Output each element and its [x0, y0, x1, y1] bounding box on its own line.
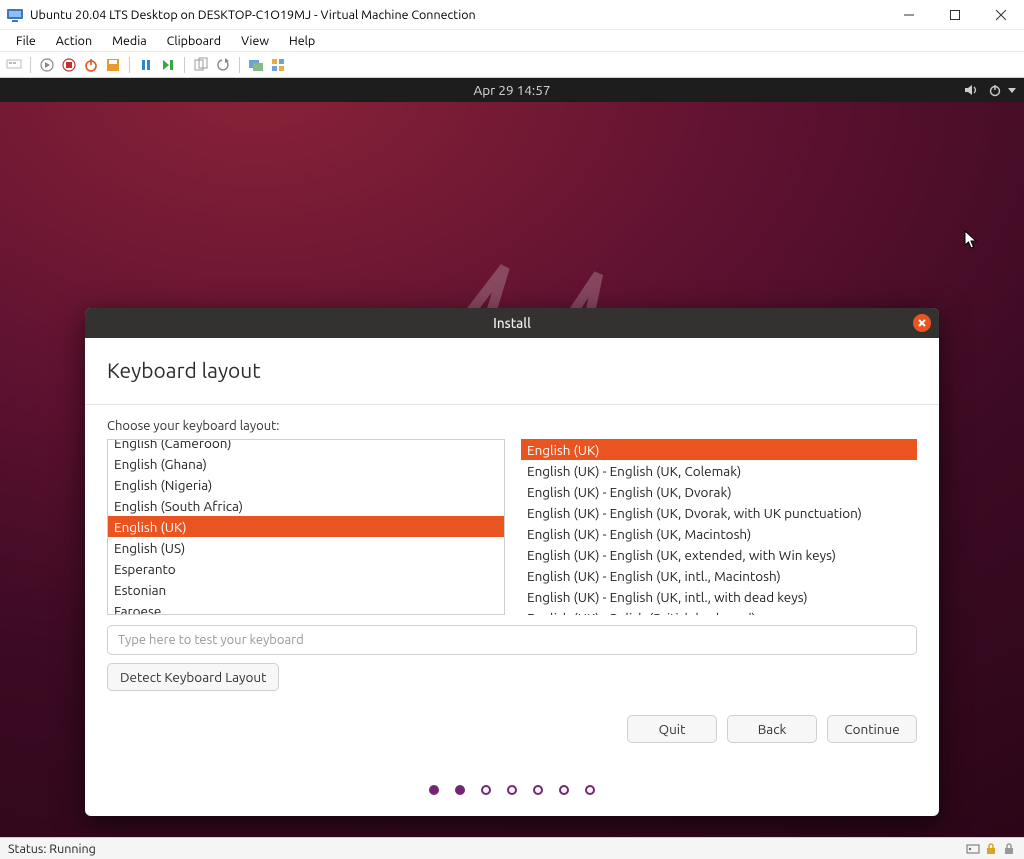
progress-dot: [455, 785, 465, 795]
back-button[interactable]: Back: [727, 715, 817, 743]
host-toolbar: [0, 52, 1024, 78]
host-menubar: File Action Media Clipboard View Help: [0, 30, 1024, 52]
layout-variant-item[interactable]: English (UK) - English (UK, intl., Macin…: [521, 565, 917, 586]
enhanced-session-icon[interactable]: [248, 57, 264, 73]
layout-country-item[interactable]: Estonian: [108, 579, 504, 600]
installer-titlebar[interactable]: Install: [85, 308, 939, 338]
pause-icon[interactable]: [138, 57, 154, 73]
layout-variant-item[interactable]: English (UK) - Polish (British keyboard): [521, 607, 917, 615]
layout-country-item[interactable]: English (Nigeria): [108, 474, 504, 495]
menu-file[interactable]: File: [6, 32, 46, 50]
detect-layout-button[interactable]: Detect Keyboard Layout: [107, 663, 279, 691]
progress-dot: [507, 785, 517, 795]
network-status-icon: [966, 842, 980, 856]
gnome-clock[interactable]: Apr 29 14:57: [474, 82, 551, 98]
layout-variant-item[interactable]: English (UK) - English (UK, Colemak): [521, 460, 917, 481]
ctrl-alt-del-icon[interactable]: [6, 57, 22, 73]
installer-subtitle: Choose your keyboard layout:: [107, 419, 917, 433]
installer-heading: Keyboard layout: [107, 358, 917, 384]
progress-dot: [429, 785, 439, 795]
layout-country-item[interactable]: English (US): [108, 537, 504, 558]
ubuntu-desktop: Apr 29 14:57 Install Keyboard layout Cho…: [0, 78, 1024, 837]
layout-variant-item[interactable]: English (UK): [521, 439, 917, 460]
ubuntu-installer-window: Install Keyboard layout Choose your keyb…: [85, 308, 939, 816]
installer-title: Install: [493, 315, 531, 331]
start-icon[interactable]: [39, 57, 55, 73]
gnome-system-menu[interactable]: [964, 78, 1016, 102]
layout-variant-item[interactable]: English (UK) - English (UK, Macintosh): [521, 523, 917, 544]
layout-variant-item[interactable]: English (UK) - English (UK, intl., with …: [521, 586, 917, 607]
menu-help[interactable]: Help: [279, 32, 325, 50]
host-statusbar: Status: Running: [0, 837, 1024, 859]
gnome-topbar: Apr 29 14:57: [0, 78, 1024, 102]
layout-country-item[interactable]: Esperanto: [108, 558, 504, 579]
close-button[interactable]: [978, 0, 1024, 30]
host-status-icons: [966, 842, 1016, 856]
progress-dot: [481, 785, 491, 795]
share-icon[interactable]: [270, 57, 286, 73]
quit-button[interactable]: Quit: [627, 715, 717, 743]
progress-dot: [533, 785, 543, 795]
power-icon: [988, 83, 1002, 97]
progress-dots: [107, 785, 917, 795]
heading-separator: [85, 404, 939, 405]
chevron-down-icon: [1008, 88, 1016, 93]
layout-variant-item[interactable]: English (UK) - English (UK, Dvorak): [521, 481, 917, 502]
continue-button[interactable]: Continue: [827, 715, 917, 743]
layout-variant-item[interactable]: English (UK) - English (UK, extended, wi…: [521, 544, 917, 565]
revert-icon[interactable]: [215, 57, 231, 73]
layout-variant-list[interactable]: English (UK)English (UK) - English (UK, …: [521, 439, 917, 615]
menu-media[interactable]: Media: [102, 32, 157, 50]
layout-variant-item[interactable]: English (UK) - English (UK, Dvorak, with…: [521, 502, 917, 523]
mouse-cursor: [964, 230, 978, 250]
maximize-button[interactable]: [932, 0, 978, 30]
lock-status-icon: [984, 842, 998, 856]
layout-country-item[interactable]: English (Cameroon): [108, 439, 504, 453]
installer-body: Keyboard layout Choose your keyboard lay…: [85, 338, 939, 816]
menu-clipboard[interactable]: Clipboard: [157, 32, 231, 50]
minimize-button[interactable]: [886, 0, 932, 30]
installer-close-button[interactable]: [913, 314, 931, 332]
layout-country-item[interactable]: Faroese: [108, 600, 504, 615]
layout-country-item[interactable]: English (Ghana): [108, 453, 504, 474]
hyperv-icon: [6, 7, 24, 23]
reset-icon[interactable]: [160, 57, 176, 73]
host-status-text: Status: Running: [8, 842, 96, 856]
turnoff-icon[interactable]: [61, 57, 77, 73]
menu-action[interactable]: Action: [46, 32, 102, 50]
layout-country-list[interactable]: English (Cameroon)English (Ghana)English…: [107, 439, 505, 615]
layout-country-item[interactable]: English (UK): [108, 516, 504, 537]
keyboard-test-input[interactable]: [107, 625, 917, 655]
host-title-text: Ubuntu 20.04 LTS Desktop on DESKTOP-C1O1…: [30, 8, 476, 22]
progress-dot: [559, 785, 569, 795]
host-titlebar: Ubuntu 20.04 LTS Desktop on DESKTOP-C1O1…: [0, 0, 1024, 30]
shutdown-icon[interactable]: [83, 57, 99, 73]
progress-dot: [585, 785, 595, 795]
menu-view[interactable]: View: [231, 32, 279, 50]
save-icon[interactable]: [105, 57, 121, 73]
security-status-icon: [1002, 842, 1016, 856]
volume-icon: [964, 83, 978, 97]
layout-country-item[interactable]: English (South Africa): [108, 495, 504, 516]
checkpoint-icon[interactable]: [193, 57, 209, 73]
